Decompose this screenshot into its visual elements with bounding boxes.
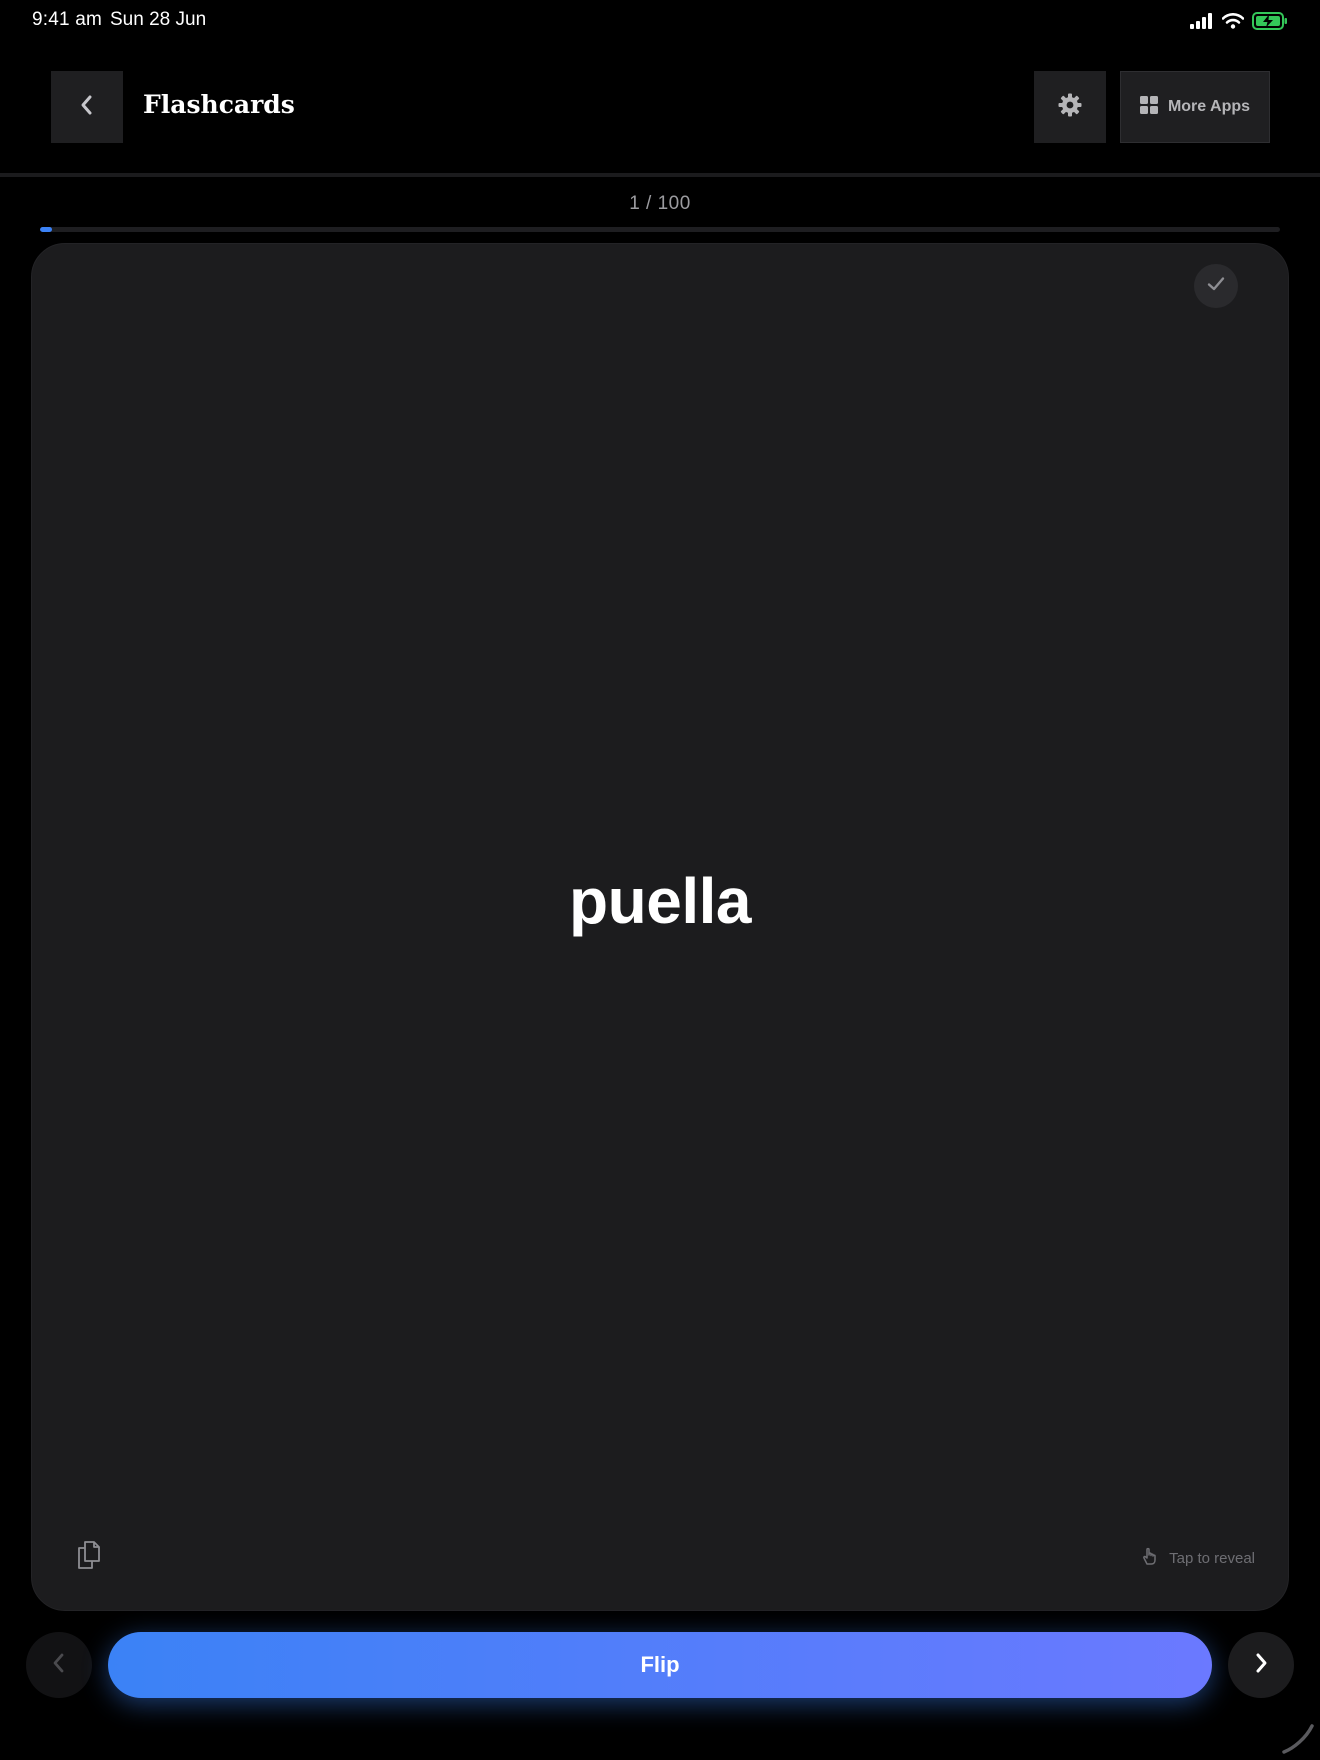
settings-button[interactable] bbox=[1034, 71, 1106, 143]
flashcards-screen: 9:41 am Sun 28 Jun Flashcards More Apps … bbox=[0, 0, 1320, 1760]
status-time: 9:41 am bbox=[32, 9, 103, 30]
wifi-icon bbox=[1221, 13, 1245, 34]
check-icon bbox=[1207, 276, 1225, 297]
progress-counter: 1 / 100 bbox=[629, 193, 691, 214]
previous-card-button[interactable] bbox=[26, 1632, 92, 1698]
copy-button[interactable] bbox=[72, 1540, 106, 1574]
home-indicator-corner bbox=[1280, 1722, 1316, 1756]
chevron-left-icon bbox=[52, 1652, 66, 1679]
grid-icon bbox=[1139, 95, 1158, 119]
page-title: Flashcards bbox=[143, 90, 295, 119]
header: Flashcards More Apps bbox=[0, 70, 1320, 144]
more-apps-label: More Apps bbox=[1167, 98, 1251, 115]
status-bar: 9:41 am Sun 28 Jun bbox=[0, 0, 1320, 42]
tap-hand-icon bbox=[1141, 1546, 1159, 1571]
more-apps-button[interactable]: More Apps bbox=[1120, 71, 1270, 143]
chevron-right-icon bbox=[1254, 1652, 1268, 1679]
flip-button[interactable]: Flip bbox=[108, 1632, 1212, 1698]
back-button[interactable] bbox=[51, 71, 123, 143]
cellular-signal-icon bbox=[1190, 13, 1214, 34]
status-date: Sun 28 Jun bbox=[110, 9, 207, 30]
progress-bar bbox=[40, 227, 1280, 232]
copy-icon bbox=[76, 1540, 102, 1575]
gear-icon bbox=[1057, 92, 1083, 123]
card-term: puella bbox=[569, 865, 751, 937]
status-icons bbox=[1190, 12, 1288, 35]
battery-charging-icon bbox=[1252, 12, 1288, 35]
progress-fill bbox=[40, 227, 53, 232]
chevron-left-icon bbox=[79, 94, 95, 121]
next-card-button[interactable] bbox=[1228, 1632, 1294, 1698]
tap-to-reveal-hint: Tap to reveal bbox=[1141, 1546, 1255, 1571]
header-divider bbox=[0, 173, 1320, 177]
tap-hint-label: Tap to reveal bbox=[1169, 1550, 1255, 1567]
flashcard[interactable]: puella Tap to reveal bbox=[31, 243, 1289, 1611]
mark-known-button[interactable] bbox=[1194, 264, 1238, 308]
